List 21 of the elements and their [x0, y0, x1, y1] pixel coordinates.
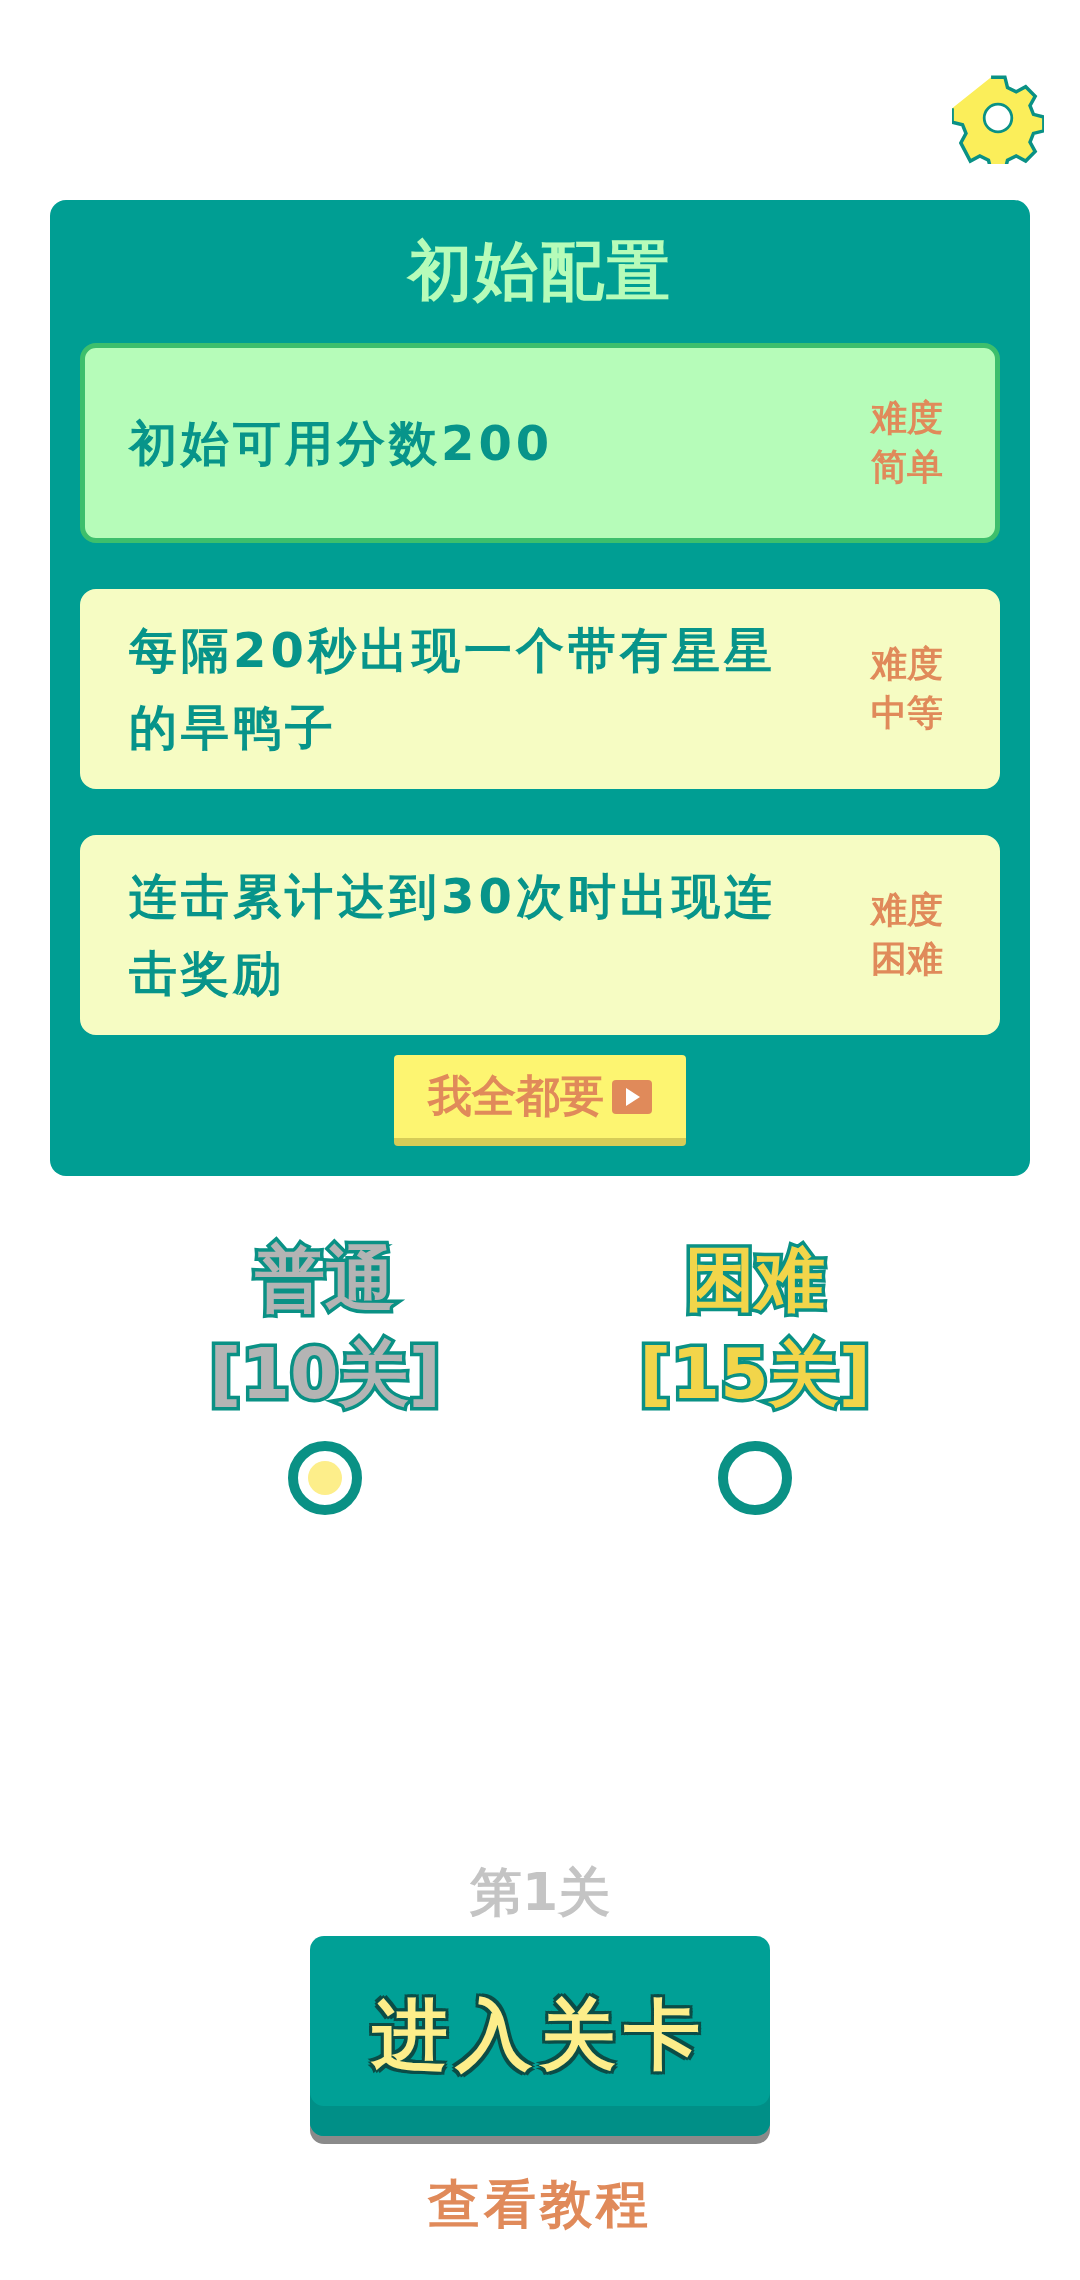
- difficulty-label: 难度: [871, 642, 943, 687]
- config-option[interactable]: 每隔20秒出现一个带有星星的旱鸭子 难度 中等: [80, 589, 1000, 789]
- mode-name: 困难: [685, 1237, 825, 1322]
- option-text: 初始可用分数200: [129, 413, 555, 473]
- difficulty-value: 中等: [871, 691, 943, 735]
- panel-title: 初始配置: [408, 233, 672, 310]
- tutorial-link[interactable]: 查看教程: [428, 2170, 652, 2240]
- difficulty-label: 难度: [871, 396, 943, 441]
- mode-levels: [10关]: [209, 1331, 441, 1417]
- mode-levels: [15关]: [639, 1331, 871, 1417]
- take-all-button[interactable]: 我全都要: [394, 1055, 686, 1146]
- difficulty-value: 简单: [871, 445, 943, 489]
- play-icon: [612, 1079, 652, 1114]
- config-option[interactable]: 初始可用分数200 难度 简单: [80, 343, 1000, 543]
- config-option[interactable]: 连击累计达到30次时出现连击奖励 难度 困难: [80, 835, 1000, 1035]
- difficulty-value: 困难: [871, 937, 943, 981]
- option-text: 每隔20秒出现一个带有星星的旱鸭子: [129, 621, 777, 757]
- difficulty-label: 难度: [871, 888, 943, 933]
- current-level: 第1关: [469, 1861, 611, 1924]
- option-text: 连击累计达到30次时出现连击奖励: [129, 867, 777, 1003]
- settings-icon[interactable]: [952, 72, 1044, 164]
